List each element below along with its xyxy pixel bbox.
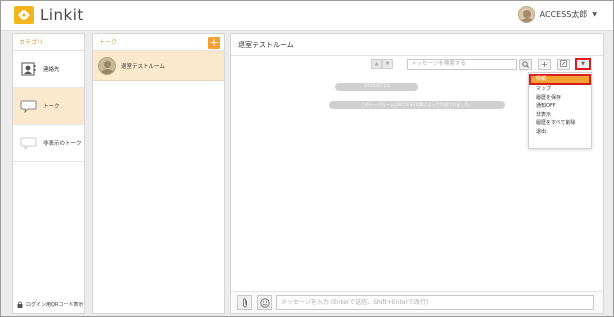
talk-title-text: トーク <box>99 39 118 46</box>
qr-login-link[interactable]: ログイン用QRコード表示 <box>17 301 83 308</box>
category-label: 連絡先 <box>43 67 60 73</box>
attach-button[interactable] <box>237 295 252 310</box>
speech-bubble-icon <box>19 98 37 114</box>
menu-item-notify-off[interactable]: 通知OFF <box>529 102 591 111</box>
user-menu[interactable]: ACCESS太郎 ▼ <box>517 6 597 23</box>
hidden-bubble-icon <box>19 135 37 151</box>
add-member-button[interactable]: + <box>538 59 551 70</box>
menu-item-info[interactable]: 情報 <box>529 74 591 85</box>
search-next-button[interactable]: ▼ <box>382 59 393 69</box>
search-input[interactable]: メッセージを検索する <box>407 59 517 70</box>
qr-login-label: ログイン用QRコード表示 <box>26 302 84 308</box>
menu-item-leave[interactable]: 退出 <box>529 128 591 137</box>
user-name: ACCESS太郎 <box>539 10 588 19</box>
menu-item-hide[interactable]: 非表示 <box>529 111 591 120</box>
menu-item-map[interactable]: マップ <box>529 85 591 94</box>
date-separator: 2024.07.23 <box>335 83 418 91</box>
chevron-down-icon: ▼ <box>581 61 585 67</box>
message-input[interactable]: メッセージを入力 (Enterで送信、Shift+Enterで改行) <box>276 295 594 310</box>
search-nav: ▲ ▼ <box>371 59 393 69</box>
user-avatar <box>517 6 535 23</box>
category-label: 非表示のトーク <box>43 141 82 147</box>
talk-list-item[interactable]: 退室テストルーム <box>93 51 224 81</box>
contacts-icon <box>19 61 37 77</box>
talk-name: 退室テストルーム <box>121 63 165 70</box>
chevron-down-icon: ▼ <box>592 11 597 18</box>
room-title: 退室テストルーム <box>231 34 603 56</box>
category-label: トーク <box>43 104 60 110</box>
category-item-contacts[interactable]: 連絡先 <box>13 51 84 88</box>
room-toolbar: ▲ ▼ メッセージを検索する + ▼ <box>231 58 603 72</box>
room-menu-button[interactable]: ▼ <box>575 58 591 70</box>
smiley-icon <box>259 297 270 308</box>
search-button[interactable] <box>519 59 532 70</box>
brand-name: Linkit <box>40 6 84 24</box>
category-item-hidden-talk[interactable]: 非表示のトーク <box>13 125 84 162</box>
lock-icon <box>17 301 23 308</box>
paperclip-icon <box>242 297 247 307</box>
search-icon <box>522 61 529 68</box>
category-item-talk[interactable]: トーク <box>13 88 84 125</box>
room-panel: 退室テストルーム ▲ ▼ メッセージを検索する + ▼ 2024.07.23 こ… <box>230 33 604 314</box>
menu-item-save-history[interactable]: 履歴を保存 <box>529 94 591 103</box>
linkit-logo-icon <box>14 6 34 24</box>
edit-icon <box>560 60 567 67</box>
system-message: このトークルームはACCESS太郎によって作成されました。 <box>329 101 505 109</box>
message-composer: メッセージを入力 (Enterで送信、Shift+Enterで改行) <box>231 291 603 313</box>
add-talk-button[interactable]: + <box>208 37 220 49</box>
category-panel: カテゴリ 連絡先 トーク 非表示のトーク ログイン用QRコード表示 <box>12 33 85 314</box>
talk-panel: トーク + 退室テストルーム <box>92 33 225 314</box>
menu-item-delete-history[interactable]: 履歴をすべて削除 <box>529 119 591 128</box>
avatar <box>98 56 116 75</box>
search-prev-button[interactable]: ▲ <box>371 59 382 69</box>
category-title: カテゴリ <box>13 34 84 51</box>
emoji-button[interactable] <box>257 295 272 310</box>
app-header: Linkit ACCESS太郎 ▼ <box>1 1 613 31</box>
room-menu-dropdown: 情報 マップ 履歴を保存 通知OFF 非表示 履歴をすべて削除 退出 <box>528 72 592 149</box>
edit-button[interactable] <box>557 59 570 70</box>
talk-title: トーク + <box>93 34 224 51</box>
